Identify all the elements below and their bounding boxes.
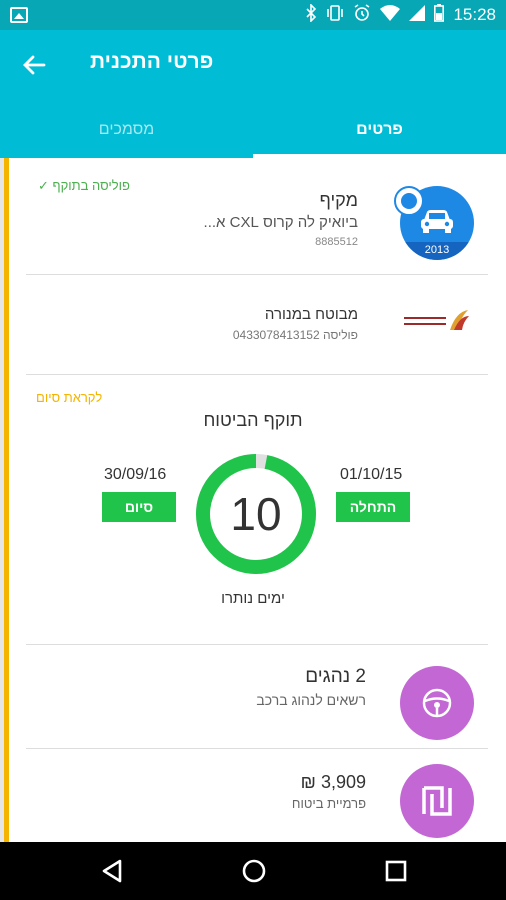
- nav-back-icon[interactable]: [98, 857, 126, 885]
- end-label-badge: סיום: [102, 492, 176, 522]
- policy-number: פוליסה 0433078413152: [232, 328, 358, 342]
- vehicle-year: 2013: [400, 242, 474, 260]
- drivers-count: 2 נהגים: [305, 666, 366, 687]
- end-date: 30/09/16: [104, 466, 167, 483]
- bluetooth-icon: [305, 3, 317, 26]
- divider: [26, 374, 488, 375]
- battery-icon: [434, 4, 445, 26]
- vibrate-icon: [326, 5, 344, 25]
- status-time: 15:28: [453, 5, 496, 24]
- system-nav-bar: [0, 842, 506, 900]
- drivers-avatar: [400, 666, 474, 740]
- plan-details-content[interactable]: 2013 פוליסה בתוקף ✓ מקיף ביואיק לה קרוס …: [0, 158, 506, 842]
- signal-icon: [409, 5, 426, 25]
- start-label-badge: התחלה: [336, 492, 410, 522]
- nav-recents-icon[interactable]: [382, 857, 410, 885]
- policy-status-badge: פוליסה בתוקף ✓: [38, 178, 130, 193]
- vehicle-model: ביואיק לה קרוס CXL א...: [203, 214, 358, 231]
- days-remaining-ring: 10: [194, 452, 318, 576]
- status-icons: 15:28: [305, 3, 496, 26]
- tab-details[interactable]: פרטים: [253, 102, 506, 158]
- validity-title: תוקף הביטוח: [203, 410, 303, 430]
- divider: [26, 748, 488, 749]
- premium-amount: ₪ 3,909: [300, 772, 366, 792]
- status-stripe: [4, 158, 9, 842]
- vehicle-number: 8885512: [315, 236, 358, 248]
- brand-logo-icon: [394, 186, 424, 216]
- tab-documents[interactable]: מסמכים: [0, 102, 253, 158]
- premium-avatar: [400, 764, 474, 838]
- wifi-icon: [380, 5, 401, 25]
- divider: [26, 644, 488, 645]
- divider: [26, 274, 488, 275]
- steering-wheel-icon: [422, 688, 452, 718]
- page-title: פרטי התכנית: [90, 50, 214, 73]
- days-remaining-count: 10: [230, 488, 281, 540]
- expiry-warning: לקראת סיום: [36, 390, 103, 405]
- premium-label: פרמיית ביטוח: [291, 796, 366, 811]
- drivers-description: רשאים לנהוג ברכב: [256, 692, 366, 708]
- alarm-icon: [353, 4, 371, 26]
- start-date: 01/10/15: [340, 466, 403, 483]
- days-remaining-label: ימים נותרו: [221, 590, 285, 607]
- insurer-name: מבוטח במנורה: [264, 306, 358, 323]
- tab-bar: מסמכים פרטים: [0, 102, 506, 158]
- image-notification-icon: [10, 7, 28, 23]
- nav-home-icon[interactable]: [240, 857, 268, 885]
- coverage-type: מקיף: [319, 190, 358, 210]
- shekel-icon: [422, 786, 452, 816]
- app-bar: פרטי התכנית מסמכים פרטים: [0, 30, 506, 158]
- status-bar: 15:28: [0, 0, 506, 30]
- insurer-logo: [402, 308, 470, 334]
- back-arrow-icon[interactable]: [20, 50, 50, 80]
